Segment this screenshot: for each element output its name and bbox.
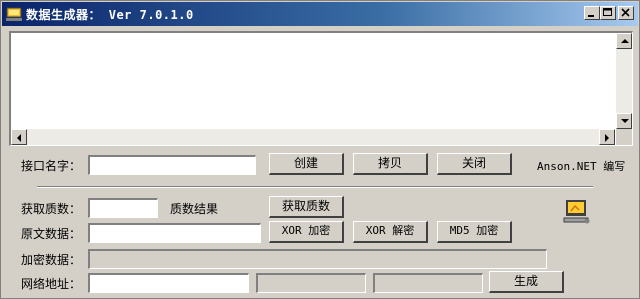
close-action-button[interactable]: 关闭 <box>437 153 512 175</box>
create-button[interactable]: 创建 <box>269 153 344 175</box>
copy-button[interactable]: 拷贝 <box>353 153 428 175</box>
close-button[interactable] <box>618 6 634 20</box>
get-prime-button[interactable]: 获取质数 <box>269 196 344 218</box>
scroll-left-button[interactable] <box>11 129 27 145</box>
arrow-up-icon <box>621 39 629 43</box>
arrow-left-icon <box>17 134 21 142</box>
minimize-icon <box>588 15 594 17</box>
author-label: Anson.NET 编写 <box>537 160 626 173</box>
interface-name-label: 接口名字： <box>21 159 82 173</box>
app-icon <box>6 7 22 21</box>
generate-button[interactable]: 生成 <box>489 271 564 293</box>
url-field-2[interactable] <box>256 273 366 293</box>
interface-name-input[interactable] <box>88 155 256 175</box>
scroll-right-button[interactable] <box>599 129 615 145</box>
horizontal-scrollbar[interactable] <box>11 129 615 145</box>
plain-data-label: 原文数据： <box>21 227 82 241</box>
separator <box>37 186 593 188</box>
prime-label: 获取质数： <box>21 202 82 216</box>
close-icon <box>621 8 630 17</box>
window-title: 数据生成器： Ver 7.0.1.0 <box>26 8 194 22</box>
arrow-right-icon <box>605 134 609 142</box>
url-input[interactable] <box>88 273 249 293</box>
scroll-corner <box>616 129 632 145</box>
url-label: 网络地址： <box>21 277 82 291</box>
output-textarea[interactable] <box>9 31 633 146</box>
title-bar[interactable]: 数据生成器： Ver 7.0.1.0 <box>2 2 638 26</box>
computer-icon <box>563 200 590 224</box>
app-window: 数据生成器： Ver 7.0.1.0 接口名字： 创建 拷贝 关闭 Anson.… <box>0 0 640 299</box>
maximize-icon <box>603 8 612 16</box>
arrow-down-icon <box>621 119 629 123</box>
minimize-button[interactable] <box>584 6 600 20</box>
prime-input[interactable] <box>88 198 158 218</box>
prime-result-label: 质数结果 <box>170 202 219 216</box>
xor-decrypt-button[interactable]: XOR 解密 <box>353 221 428 243</box>
plain-data-input[interactable] <box>88 223 261 243</box>
md5-encrypt-button[interactable]: MD5 加密 <box>437 221 512 243</box>
encrypted-data-label: 加密数据： <box>21 253 82 267</box>
maximize-button[interactable] <box>600 6 616 20</box>
scroll-up-button[interactable] <box>616 33 632 49</box>
url-field-3[interactable] <box>373 273 483 293</box>
vertical-scrollbar[interactable] <box>616 33 632 129</box>
xor-encrypt-button[interactable]: XOR 加密 <box>269 221 344 243</box>
encrypted-data-field[interactable] <box>88 249 547 269</box>
scroll-down-button[interactable] <box>616 113 632 129</box>
